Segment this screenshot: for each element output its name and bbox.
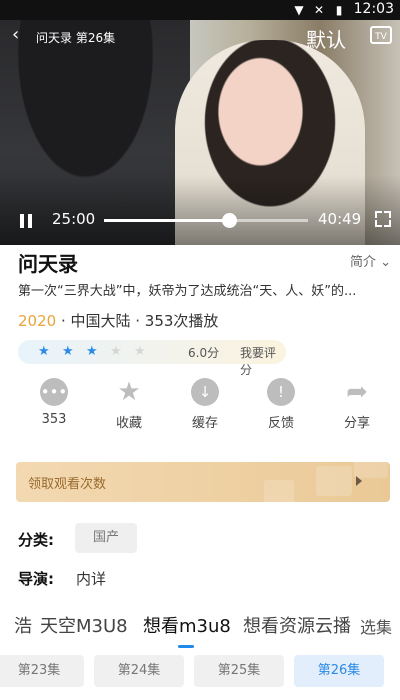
progress-bar[interactable] <box>104 213 308 228</box>
show-meta: 2020 · 中国大陆 · 353次播放 <box>18 310 218 331</box>
rating-bar[interactable]: ★ ★ ★ ★ ★ 6.0分 我要评分 <box>18 340 286 377</box>
director-label: 导演: <box>18 570 54 588</box>
comments-count: 353 <box>41 412 67 427</box>
banner-text: 领取观看次数 <box>28 477 107 492</box>
source-tab[interactable]: 浩 <box>14 612 32 638</box>
synopsis: 第一次“三界大战”中，妖帝为了达成统治“天、人、妖”的... <box>18 284 357 299</box>
current-time: 25:00 <box>52 210 96 228</box>
gift-icon <box>264 480 294 502</box>
category-label: 分类: <box>18 531 54 549</box>
battery-icon: ▮ <box>335 3 343 17</box>
back-button[interactable]: ‹ <box>12 26 26 44</box>
source-tab[interactable]: 天空M3U8 <box>40 612 128 638</box>
chevron-down-icon: ⌄ <box>380 255 392 270</box>
arrow-right-icon <box>356 476 362 486</box>
episode-button[interactable]: 第23集 <box>0 655 84 687</box>
status-time: 12:03 <box>353 1 394 17</box>
episode-button-active[interactable]: 第26集 <box>294 655 384 687</box>
comments-button[interactable]: ••• 353 <box>24 378 84 427</box>
claim-views-banner[interactable]: 领取观看次数 <box>16 462 390 502</box>
download-icon: ↓ <box>191 378 219 406</box>
episode-button[interactable]: 第24集 <box>94 655 184 687</box>
source-tabs: 浩 天空M3U8 想看m3u8 想看资源云播 <box>0 612 400 642</box>
select-episode-button[interactable]: 选集 <box>358 614 393 638</box>
share-icon: ➦ <box>346 377 368 407</box>
rating-star-icon: ★ <box>110 344 122 359</box>
active-tab-indicator <box>178 645 194 648</box>
feedback-icon: ! <box>267 378 295 406</box>
rating-star-icon: ★ <box>62 344 74 359</box>
rate-button[interactable]: 我要评分 <box>240 344 286 378</box>
release-year: 2020 <box>18 312 57 330</box>
signal-off-icon: ✕ <box>313 3 325 17</box>
rating-star-icon: ★ <box>38 344 50 359</box>
progress-knob[interactable] <box>221 213 237 228</box>
rating-score: 6.0分 <box>188 346 220 360</box>
download-button[interactable]: ↓ 缓存 <box>175 378 235 431</box>
meta-details: · 中国大陆 · 353次播放 <box>56 312 219 330</box>
comment-icon: ••• <box>40 378 68 406</box>
episode-button[interactable]: 第25集 <box>194 655 284 687</box>
rating-star-icon: ★ <box>134 344 146 359</box>
star-icon: ★ <box>117 377 141 407</box>
pause-icon <box>20 214 24 228</box>
favorite-button[interactable]: ★ 收藏 <box>99 378 159 431</box>
player-title: 问天录 第26集 <box>36 31 116 45</box>
fullscreen-icon <box>375 211 382 218</box>
fullscreen-button[interactable] <box>375 211 391 227</box>
source-tab-active[interactable]: 想看m3u8 <box>143 612 231 638</box>
intro-label: 简介 <box>350 255 377 270</box>
director-value: 内详 <box>76 570 107 588</box>
rating-star-icon: ★ <box>86 344 98 359</box>
duration-time: 40:49 <box>318 210 362 228</box>
show-title: 问天录 <box>18 252 78 276</box>
progress-fill <box>104 219 229 222</box>
gift-icon <box>316 466 352 496</box>
share-button[interactable]: ➦ 分享 <box>327 378 387 431</box>
wifi-icon: ▼ <box>294 3 304 17</box>
cast-tv-button[interactable]: TV <box>370 26 392 44</box>
source-tab[interactable]: 想看资源云播 <box>243 612 351 638</box>
feedback-button[interactable]: ! 反馈 <box>251 378 311 431</box>
video-player[interactable]: ▼ ✕ ▮ 12:03 ‹ 问天录 第26集 默认 TV 25:00 40:49 <box>0 0 400 245</box>
quality-button[interactable]: 默认 <box>306 24 346 53</box>
category-tag[interactable]: 国产 <box>75 523 137 553</box>
pause-button[interactable] <box>16 211 36 231</box>
status-bar: ▼ ✕ ▮ 12:03 <box>0 0 400 20</box>
intro-button[interactable]: 简介 ⌄ <box>350 251 391 270</box>
